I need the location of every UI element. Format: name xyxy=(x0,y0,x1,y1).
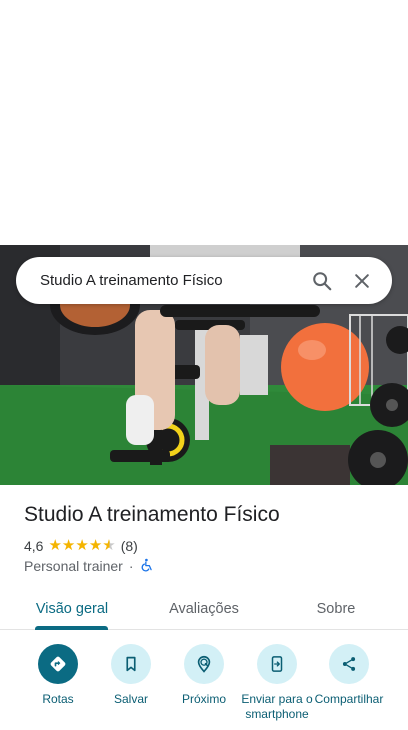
place-title: Studio A treinamento Físico xyxy=(24,503,280,526)
separator-dot: · xyxy=(128,558,134,574)
category-label: Personal trainer xyxy=(24,558,123,574)
send-to-phone-icon xyxy=(257,644,297,684)
directions-label: Rotas xyxy=(42,692,74,706)
wheelchair-accessible-icon xyxy=(140,558,154,575)
star-icon: ★ xyxy=(48,537,62,554)
tab-reviews[interactable]: Avaliações xyxy=(156,588,252,630)
rating-row[interactable]: 4,6 ★ ★ ★ ★ ★ (8) xyxy=(24,538,138,555)
nearby-label: Próximo xyxy=(181,692,226,706)
active-tab-indicator xyxy=(35,626,108,630)
rating-value: 4,6 xyxy=(24,538,44,554)
directions-button[interactable]: Rotas xyxy=(18,644,98,707)
search-bar[interactable]: Studio A treinamento Físico xyxy=(16,257,392,304)
star-icon: ★ xyxy=(88,537,103,554)
category-row: Personal trainer · xyxy=(24,558,154,574)
tab-bar: Visão geral Avaliações Sobre xyxy=(0,588,408,630)
review-count[interactable]: (8) xyxy=(121,538,138,554)
map-area[interactable] xyxy=(0,0,408,245)
search-query[interactable]: Studio A treinamento Físico xyxy=(40,272,302,289)
action-bar: Rotas Salvar Próximo Enviar para o smart… xyxy=(0,644,408,730)
tab-overview[interactable]: Visão geral xyxy=(24,588,120,630)
star-icon: ★ xyxy=(61,537,76,554)
save-label: Salvar xyxy=(113,692,148,706)
half-star-icon: ★ xyxy=(102,537,116,554)
share-icon xyxy=(329,644,369,684)
tab-about[interactable]: Sobre xyxy=(288,588,384,630)
star-icon: ★ xyxy=(75,537,89,554)
bookmark-icon xyxy=(111,644,151,684)
send-to-phone-button[interactable]: Enviar para o smartphone xyxy=(237,644,317,721)
search-icon[interactable] xyxy=(302,261,342,301)
save-button[interactable]: Salvar xyxy=(91,644,171,707)
nearby-button[interactable]: Próximo xyxy=(164,644,244,707)
send-to-phone-label: Enviar para o smartphone xyxy=(241,692,313,721)
close-icon[interactable] xyxy=(342,261,382,301)
share-label: Compartilhar xyxy=(314,692,384,706)
nearby-icon xyxy=(184,644,224,684)
rating-stars: ★ ★ ★ ★ ★ xyxy=(48,538,115,554)
share-button[interactable]: Compartilhar xyxy=(309,644,389,707)
directions-icon xyxy=(38,644,78,684)
